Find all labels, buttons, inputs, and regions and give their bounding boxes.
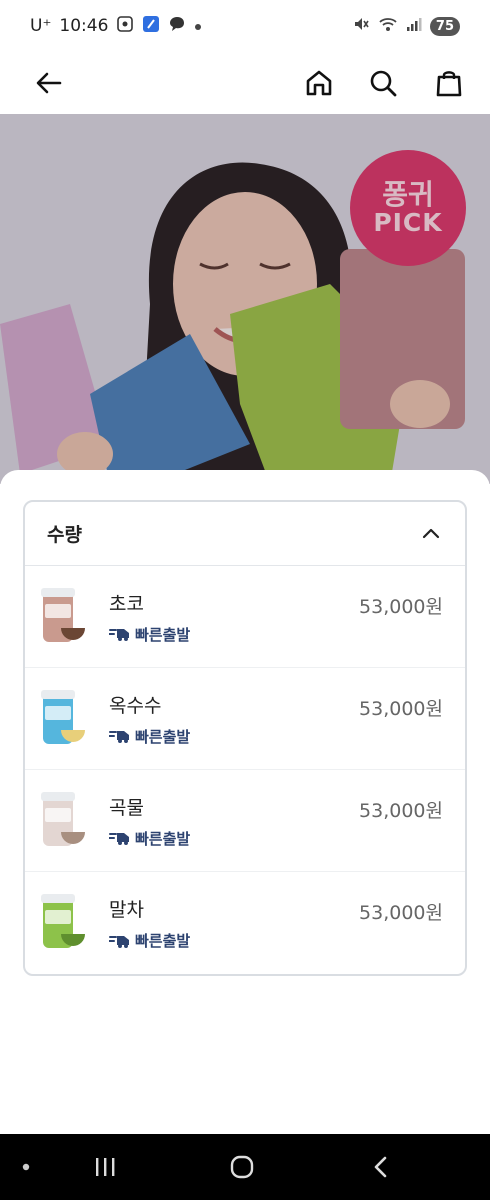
recents-button[interactable]: [90, 1152, 120, 1182]
back-arrow-icon: [36, 72, 62, 94]
app-notification-icon: [142, 15, 160, 38]
jar-lid: [41, 894, 75, 903]
option-bottom-sheet: 수량 초코 빠른출발 53,000원 옥수수 빠른출발 53,000원 곡물 빠른출발 53,0…: [0, 470, 490, 1134]
cart-button[interactable]: [430, 64, 468, 102]
fast-shipping-label: 빠른출발: [135, 829, 191, 848]
home-icon: [306, 70, 332, 96]
option-item[interactable]: 초코빠른출발 53,000원: [25, 566, 465, 668]
option-item-price: 53,000원: [359, 596, 443, 618]
option-item-name: 옥수수: [109, 694, 162, 717]
fast-shipping-label: 빠른출발: [135, 932, 191, 950]
jar-label: [45, 603, 71, 618]
circle-home-icon: [230, 1155, 254, 1179]
jar-label: [45, 910, 71, 924]
nav-home-button[interactable]: [226, 1152, 258, 1182]
battery-indicator: 75: [429, 16, 460, 36]
option-item-name: 곡물: [109, 796, 144, 819]
product-thumbnail: [41, 894, 85, 952]
recents-icon: [96, 1158, 115, 1176]
delivery-truck-icon: [109, 629, 129, 641]
nav-back-button[interactable]: [366, 1152, 396, 1182]
option-item-price: 53,000원: [359, 698, 443, 720]
fast-shipping-tag: 빠른출발: [109, 930, 190, 951]
system-nav-bar: [0, 1134, 490, 1200]
jar-lid: [41, 791, 75, 801]
delivery-truck-icon: [109, 833, 129, 845]
quantity-option-panel: 수량 초코 빠른출발 53,000원 옥수수 빠른출발 53,000원 곡물 빠른출발 53,0…: [23, 500, 467, 976]
jar-label: [45, 807, 71, 822]
screenshot-icon: [116, 15, 134, 38]
search-button[interactable]: [364, 64, 402, 102]
option-item-name: 말차: [109, 899, 144, 921]
status-bar: U⁺ 10:46 75: [0, 0, 490, 52]
chat-icon: [168, 15, 186, 38]
product-thumbnail: [41, 791, 85, 850]
option-item-price: 53,000원: [359, 800, 443, 822]
carrier-label: U⁺: [30, 16, 52, 36]
screen: U⁺ 10:46 75 퐁귀 PICK 수량 초코 빠른출발 53,000원 옥…: [0, 0, 490, 1200]
fast-shipping-tag: 빠른출발: [109, 624, 190, 645]
fast-shipping-label: 빠른출발: [135, 625, 191, 644]
product-thumbnail: [41, 587, 85, 646]
status-right: 75: [352, 15, 460, 38]
option-item-name: 초코: [109, 592, 144, 615]
option-panel-title: 수량: [47, 524, 82, 546]
option-item[interactable]: 곡물빠른출발 53,000원: [25, 770, 465, 872]
option-item-info: 초코빠른출발: [109, 589, 190, 645]
home-button[interactable]: [300, 64, 338, 102]
product-image[interactable]: 퐁귀 PICK: [0, 114, 490, 484]
delivery-truck-icon: [109, 731, 129, 743]
dim-overlay[interactable]: [0, 114, 490, 484]
jar-label: [45, 705, 71, 720]
nav-dot: [16, 1152, 36, 1182]
chevron-up-icon[interactable]: [419, 522, 443, 546]
clock: 10:46: [59, 16, 109, 36]
jar-lid: [41, 689, 75, 699]
search-icon: [370, 70, 397, 97]
more-notifications-dot-icon: [194, 16, 202, 36]
jar-lid: [41, 587, 75, 597]
shopping-bag-icon: [436, 71, 462, 97]
back-button[interactable]: [30, 64, 68, 102]
fast-shipping-tag: 빠른출발: [109, 828, 190, 849]
option-item-list: 초코 빠른출발 53,000원 옥수수 빠른출발 53,000원 곡물 빠른출발 53,000원…: [25, 566, 465, 974]
option-item-price: 53,000원: [359, 902, 443, 924]
option-item-info: 곡물빠른출발: [109, 793, 190, 849]
fast-shipping-tag: 빠른출발: [109, 726, 190, 747]
fast-shipping-label: 빠른출발: [135, 727, 191, 746]
delivery-truck-icon: [109, 935, 129, 948]
signal-icon: [406, 16, 422, 37]
option-item[interactable]: 옥수수빠른출발 53,000원: [25, 668, 465, 770]
status-left: U⁺ 10:46: [30, 15, 202, 38]
product-thumbnail: [41, 689, 85, 748]
option-item-info: 옥수수빠른출발: [109, 691, 190, 747]
nav-back-icon: [374, 1156, 387, 1178]
mute-icon: [352, 15, 370, 38]
option-item-info: 말차빠른출발: [109, 895, 190, 951]
wifi-icon: [378, 15, 398, 38]
app-header: [0, 52, 490, 114]
option-item[interactable]: 말차빠른출발 53,000원: [25, 872, 465, 974]
option-panel-header[interactable]: 수량: [25, 502, 465, 566]
